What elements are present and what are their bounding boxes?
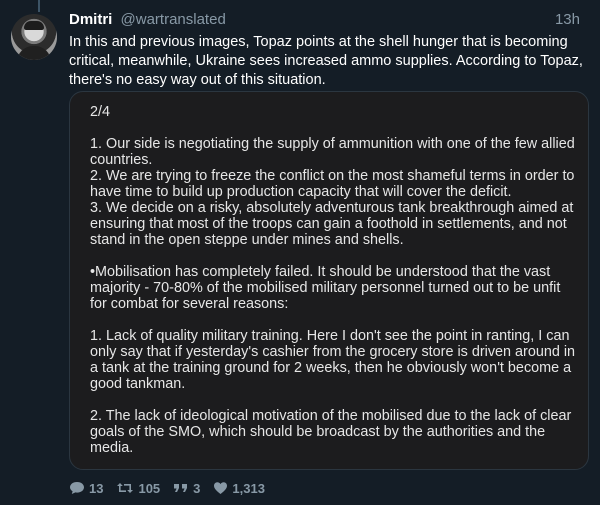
like-button[interactable]: 1,313 (213, 481, 265, 496)
mobilisation-paragraph: •Mobilisation has completely failed. It … (90, 264, 561, 312)
reason-2-paragraph: 2. The lack of ideological motivation of… (90, 408, 572, 456)
author-name[interactable]: Dmitri (69, 11, 112, 28)
tweet-timestamp[interactable]: 13h (555, 11, 580, 29)
quote-icon (173, 481, 189, 495)
point-3: 3. We decide on a risky, absolutely adve… (90, 200, 574, 248)
thread-connector-line (38, 0, 40, 12)
image-text-content: 2/4 1. Our side is negotiating the suppl… (90, 104, 576, 456)
tweet-actions: 13 105 3 1,313 (69, 479, 278, 497)
tweet-image[interactable]: 2/4 1. Our side is negotiating the suppl… (69, 91, 589, 470)
reply-button[interactable]: 13 (69, 481, 103, 496)
tweet-text: In this and previous images, Topaz point… (69, 34, 583, 88)
author-handle[interactable]: @wartranslated (121, 11, 226, 28)
point-1: 1. Our side is negotiating the supply of… (90, 136, 575, 168)
reply-bubble-icon (69, 481, 85, 495)
reason-1-paragraph: 1. Lack of quality military training. He… (90, 328, 576, 392)
avatar-shoulders (17, 46, 51, 60)
heart-icon (213, 481, 228, 495)
retweet-button[interactable]: 105 (116, 481, 160, 496)
like-count: 1,313 (232, 480, 265, 496)
retweet-icon (116, 481, 134, 495)
quote-count: 3 (193, 480, 201, 496)
avatar[interactable] (11, 14, 57, 60)
page-indicator: 2/4 (90, 104, 111, 120)
point-2: 2. We are trying to freeze the conflict … (90, 168, 575, 200)
reply-count: 13 (89, 480, 104, 496)
quote-button[interactable]: 3 (173, 481, 200, 496)
avatar-hair (24, 21, 44, 30)
tweet-header: Dmitri @wartranslated 13h (69, 11, 590, 29)
retweet-count: 105 (138, 480, 161, 496)
